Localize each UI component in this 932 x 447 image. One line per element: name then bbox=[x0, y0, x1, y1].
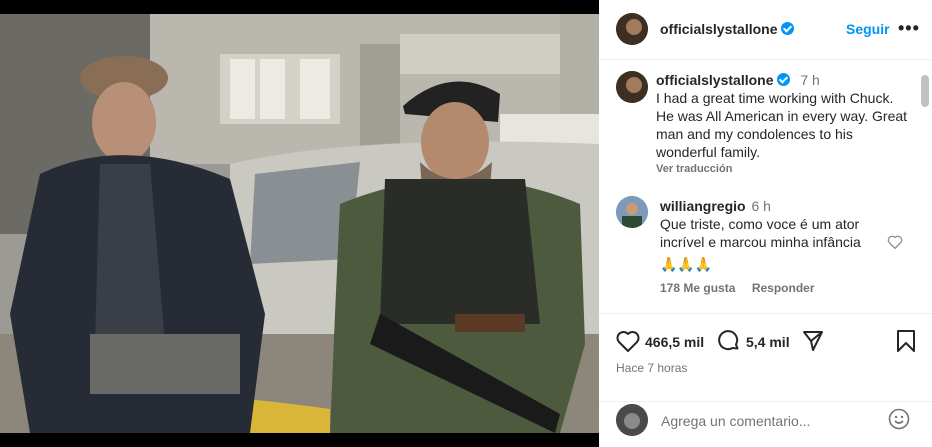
post-actions: 466,5 mil 5,4 mil Hace 7 horas bbox=[599, 313, 932, 403]
comment-block: williangregio 6 h Que triste, como voce … bbox=[660, 197, 890, 273]
comment-time: 6 h bbox=[751, 198, 771, 214]
caption-line: wonderful family. bbox=[656, 144, 761, 160]
emoji-icon bbox=[888, 408, 910, 430]
likes-count[interactable]: 466,5 mil bbox=[645, 333, 704, 351]
author-username-row: officialslystallone bbox=[660, 21, 795, 39]
post-photo[interactable] bbox=[0, 14, 599, 433]
caption-block: officialslystallone 7 h I had a great ti… bbox=[656, 71, 916, 175]
comment-username[interactable]: williangregio bbox=[660, 198, 746, 214]
caption-line: He was All American in every way. Great bbox=[656, 108, 908, 124]
more-options-icon[interactable]: ••• bbox=[898, 18, 920, 39]
author-username[interactable]: officialslystallone bbox=[660, 21, 777, 37]
comment-line: Que triste, como voce é um ator bbox=[660, 216, 860, 232]
author-avatar-image bbox=[616, 13, 648, 45]
comment-footer: 178 Me gusta Responder bbox=[660, 279, 815, 297]
viewer-avatar bbox=[616, 404, 648, 436]
commenter-avatar-image bbox=[616, 196, 648, 228]
comments-section[interactable]: officialslystallone 7 h I had a great ti… bbox=[599, 61, 932, 313]
save-button[interactable] bbox=[895, 329, 917, 358]
caption-line: I had a great time working with Chuck. bbox=[656, 90, 894, 106]
post-side-panel: officialslystallone Seguir ••• officials… bbox=[599, 0, 932, 447]
comment-likes-count[interactable]: 178 Me gusta bbox=[660, 281, 735, 295]
caption-avatar[interactable] bbox=[616, 71, 648, 103]
caption-username[interactable]: officialslystallone bbox=[656, 72, 773, 88]
heart-outline-icon bbox=[887, 235, 903, 249]
share-button[interactable] bbox=[801, 329, 825, 358]
send-icon bbox=[803, 331, 823, 351]
post-timestamp: Hace 7 horas bbox=[616, 361, 688, 375]
reply-button[interactable]: Responder bbox=[752, 281, 815, 295]
comment-button[interactable] bbox=[717, 329, 741, 358]
verified-badge-icon bbox=[781, 22, 795, 35]
caption-line: man and my condolences to his bbox=[656, 126, 853, 142]
heart-icon bbox=[616, 331, 640, 352]
emoji-button[interactable] bbox=[888, 408, 910, 435]
comment-line: incrível e marcou minha infância bbox=[660, 234, 861, 250]
like-button[interactable] bbox=[616, 330, 640, 357]
comment-input[interactable]: Agrega un comentario... bbox=[661, 413, 810, 429]
commenter-avatar[interactable] bbox=[616, 196, 648, 228]
viewer-avatar-image bbox=[616, 404, 648, 436]
bookmark-icon bbox=[897, 330, 915, 352]
comment-header: williangregio 6 h bbox=[660, 197, 890, 215]
instagram-post-window: officialslystallone Seguir ••• officials… bbox=[0, 0, 932, 447]
translate-link[interactable]: Ver traducción bbox=[656, 163, 916, 175]
caption-avatar-image bbox=[616, 71, 648, 103]
verified-badge-icon bbox=[777, 73, 791, 86]
author-avatar[interactable] bbox=[616, 13, 648, 45]
caption-header: officialslystallone 7 h bbox=[656, 71, 916, 89]
comments-scrollbar[interactable] bbox=[921, 75, 929, 107]
caption-time: 7 h bbox=[800, 72, 820, 88]
add-comment-bar: Agrega un comentario... bbox=[599, 401, 932, 447]
post-photo-image bbox=[0, 14, 599, 433]
comment-like-icon[interactable] bbox=[887, 235, 903, 254]
comment-line: 🙏🙏🙏 bbox=[660, 256, 713, 272]
post-header: officialslystallone Seguir ••• bbox=[599, 0, 932, 60]
comments-count[interactable]: 5,4 mil bbox=[746, 333, 790, 351]
follow-button[interactable]: Seguir bbox=[846, 21, 890, 37]
comment-bubble-icon bbox=[718, 330, 739, 351]
